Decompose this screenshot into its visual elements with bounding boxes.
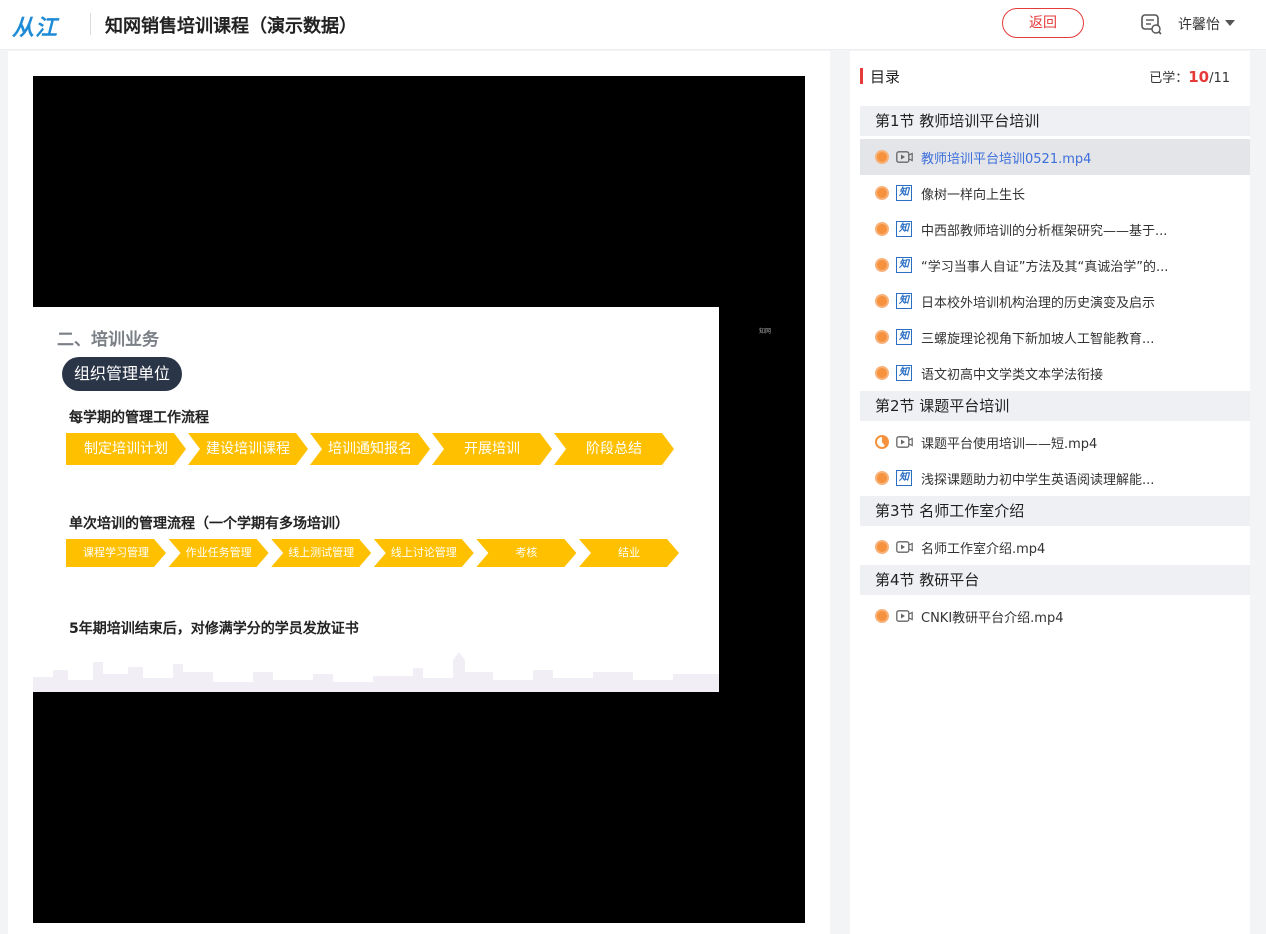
progress-complete-icon — [875, 150, 889, 164]
toc-item-label: 中西部教师培训的分析框架研究——基于... — [921, 223, 1168, 239]
player-panel: 二、培训业务 组织管理单位 每学期的管理工作流程 制定培训计划 建设培训课程 培训通… — [8, 51, 830, 934]
toc-section-header[interactable]: 第1节 教师培训平台培训 — [860, 106, 1250, 136]
toc-item-label: CNKI教研平台介绍.mp4 — [921, 610, 1064, 626]
flow-step: 建设培训课程 — [188, 433, 308, 465]
toc-item-label: “学习当事人自证”方法及其“真诚治学”的... — [921, 259, 1169, 275]
certificate-note: 5年期培训结束后，对修满学分的学员发放证书 — [69, 621, 359, 637]
presentation-slide: 二、培训业务 组织管理单位 每学期的管理工作流程 制定培训计划 建设培训课程 培训通… — [33, 307, 719, 692]
slide-heading: 二、培训业务 — [57, 330, 159, 350]
toc-item[interactable]: 知语文初高中文学类文本学法衔接 — [860, 355, 1250, 391]
video-icon — [895, 150, 913, 164]
progress-complete-icon — [875, 330, 889, 344]
progress-complete-icon — [875, 540, 889, 554]
flow1-title: 每学期的管理工作流程 — [69, 410, 209, 426]
watermark-text: 知网 — [759, 328, 772, 335]
back-button[interactable]: 返回 — [1002, 8, 1084, 38]
flow-step: 开展培训 — [432, 433, 552, 465]
caret-down-icon[interactable] — [1225, 20, 1235, 26]
toc-item[interactable]: 教师培训平台培训0521.mp4 — [860, 139, 1250, 175]
toc-section-header[interactable]: 第4节 教研平台 — [860, 565, 1250, 595]
zhi-doc-icon: 知 — [895, 470, 913, 486]
user-menu[interactable]: 许馨怡 — [1178, 14, 1220, 34]
zhi-doc-icon: 知 — [895, 329, 913, 345]
progress-complete-icon — [875, 609, 889, 623]
video-icon — [895, 540, 913, 554]
flow-step: 考核 — [476, 539, 576, 567]
top-header: 从江 知网销售培训课程（演示数据） 返回 许馨怡 — [0, 0, 1266, 50]
toc-item-label: 像树一样向上生长 — [921, 187, 1026, 203]
flow-step: 线上讨论管理 — [374, 539, 474, 567]
course-title: 知网销售培训课程（演示数据） — [105, 16, 357, 37]
progress-complete-icon — [875, 258, 889, 272]
toc-item-label: 日本校外培训机构治理的历史演变及启示 — [921, 295, 1156, 311]
progress-partial-icon — [875, 435, 889, 449]
toc-item-label: 三螺旋理论视角下新加坡人工智能教育... — [921, 331, 1155, 347]
flow-step: 阶段总结 — [554, 433, 674, 465]
flow-step: 课程学习管理 — [66, 539, 166, 567]
progress-complete-icon — [875, 471, 889, 485]
flow2-title: 单次培训的管理流程（一个学期有多场培训） — [69, 516, 349, 532]
toc-list: 第1节 教师培训平台培训 教师培训平台培训0521.mp4 知像树一样向上生长知中西… — [860, 106, 1250, 634]
toc-item[interactable]: 知中西部教师培训的分析框架研究——基于... — [860, 211, 1250, 247]
zhi-doc-icon: 知 — [895, 185, 913, 201]
progress-complete-icon — [875, 294, 889, 308]
progress-complete-icon — [875, 222, 889, 236]
flow-step: 作业任务管理 — [169, 539, 269, 567]
video-icon — [895, 609, 913, 623]
zhi-doc-icon: 知 — [895, 293, 913, 309]
flow-step: 结业 — [579, 539, 679, 567]
video-icon — [895, 435, 913, 449]
course-sidebar: 目录 已学：10/11 第1节 教师培训平台培训教师培训平台培训0521.mp4… — [850, 51, 1250, 934]
zhi-doc-icon: 知 — [895, 365, 913, 381]
org-unit-pill: 组织管理单位 — [62, 357, 183, 391]
toc-title: 目录 — [870, 68, 901, 86]
site-logo[interactable]: 从江 — [12, 10, 58, 42]
message-icon[interactable] — [1140, 13, 1162, 35]
flow-step: 培训通知报名 — [310, 433, 430, 465]
city-skyline-decoration — [33, 652, 719, 692]
toc-item[interactable]: 课题平台使用培训——短.mp4 — [860, 424, 1250, 460]
progress-complete-icon — [875, 366, 889, 380]
learned-total: /11 — [1209, 71, 1230, 86]
toc-item-label: 浅探课题助力初中学生英语阅读理解能... — [921, 472, 1155, 488]
toc-item[interactable]: CNKI教研平台介绍.mp4 — [860, 598, 1250, 634]
video-player[interactable]: 二、培训业务 组织管理单位 每学期的管理工作流程 制定培训计划 建设培训课程 培训通… — [33, 76, 805, 923]
zhi-doc-icon: 知 — [895, 257, 913, 273]
toc-accent-bar — [860, 68, 863, 84]
toc-section-header[interactable]: 第3节 名师工作室介绍 — [860, 496, 1250, 526]
toc-item-label: 教师培训平台培训0521.mp4 — [921, 151, 1092, 167]
flow-step: 制定培训计划 — [66, 433, 186, 465]
toc-item-label: 课题平台使用培训——短.mp4 — [921, 436, 1098, 452]
toc-item[interactable]: 名师工作室介绍.mp4 — [860, 529, 1250, 565]
learned-progress: 已学：10/11 — [1149, 67, 1230, 86]
toc-item-label: 名师工作室介绍.mp4 — [921, 541, 1046, 557]
learned-current: 10 — [1188, 68, 1210, 86]
flow-step: 线上测试管理 — [271, 539, 371, 567]
toc-item[interactable]: 知浅探课题助力初中学生英语阅读理解能... — [860, 460, 1250, 496]
toc-section-header[interactable]: 第2节 课题平台培训 — [860, 391, 1250, 421]
progress-complete-icon — [875, 186, 889, 200]
toc-item[interactable]: 知 “学习当事人自证”方法及其“真诚治学”的... — [860, 247, 1250, 283]
toc-item[interactable]: 知像树一样向上生长 — [860, 175, 1250, 211]
toc-item-label: 语文初高中文学类文本学法衔接 — [921, 367, 1104, 383]
header-divider — [90, 13, 91, 35]
zhi-doc-icon: 知 — [895, 221, 913, 237]
learned-prefix: 已学： — [1149, 71, 1189, 86]
toc-item[interactable]: 知三螺旋理论视角下新加坡人工智能教育... — [860, 319, 1250, 355]
toc-item[interactable]: 知日本校外培训机构治理的历史演变及启示 — [860, 283, 1250, 319]
